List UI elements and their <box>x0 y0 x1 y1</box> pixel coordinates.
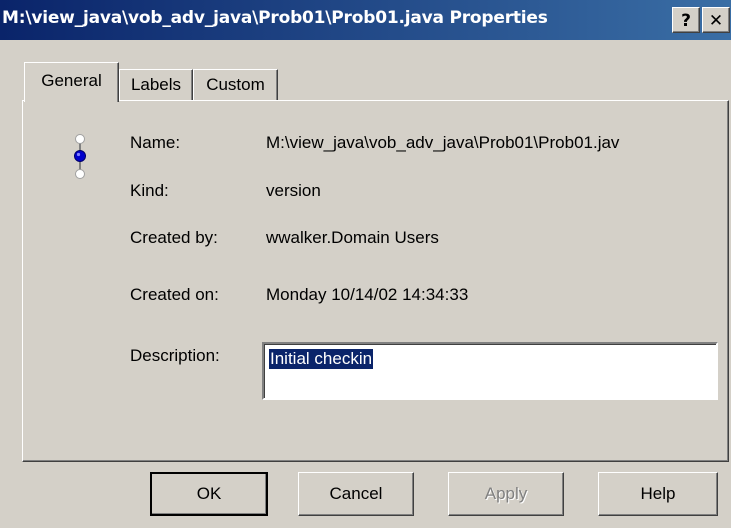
created-on-value: Monday 10/14/02 14:34:33 <box>266 285 469 304</box>
tab-custom-label: Custom <box>206 75 265 94</box>
kind-label: Kind: <box>130 181 169 200</box>
tab-labels[interactable]: Labels <box>119 69 193 101</box>
ok-button[interactable]: OK <box>150 472 268 516</box>
general-tab-panel <box>22 100 729 462</box>
description-label: Description: <box>130 346 220 365</box>
close-icon[interactable]: ✕ <box>702 7 730 33</box>
cancel-button[interactable]: Cancel <box>298 472 414 516</box>
description-field[interactable]: Initial checkin <box>262 342 718 400</box>
tab-custom[interactable]: Custom <box>193 69 278 101</box>
name-label: Name: <box>130 133 181 152</box>
kind-value: version <box>266 181 321 200</box>
apply-button[interactable]: Apply <box>448 472 564 516</box>
tab-general-label: General <box>41 71 102 90</box>
description-selected-text: Initial checkin <box>269 349 374 369</box>
created-by-value: wwalker.Domain Users <box>266 228 439 247</box>
help-button[interactable]: Help <box>598 472 718 516</box>
created-by-label: Created by: <box>130 228 218 247</box>
tab-labels-label: Labels <box>130 75 182 94</box>
created-on-label: Created on: <box>130 285 219 304</box>
window-title: M:\view_java\vob_adv_java\Prob01\Prob01.… <box>2 8 548 28</box>
tab-general[interactable]: General <box>24 62 119 102</box>
name-value: M:\view_java\vob_adv_java\Prob01\Prob01.… <box>266 133 620 152</box>
version-tree-icon <box>74 134 86 179</box>
title-bar[interactable]: M:\view_java\vob_adv_java\Prob01\Prob01.… <box>0 0 731 40</box>
help-icon[interactable]: ? <box>672 7 700 33</box>
